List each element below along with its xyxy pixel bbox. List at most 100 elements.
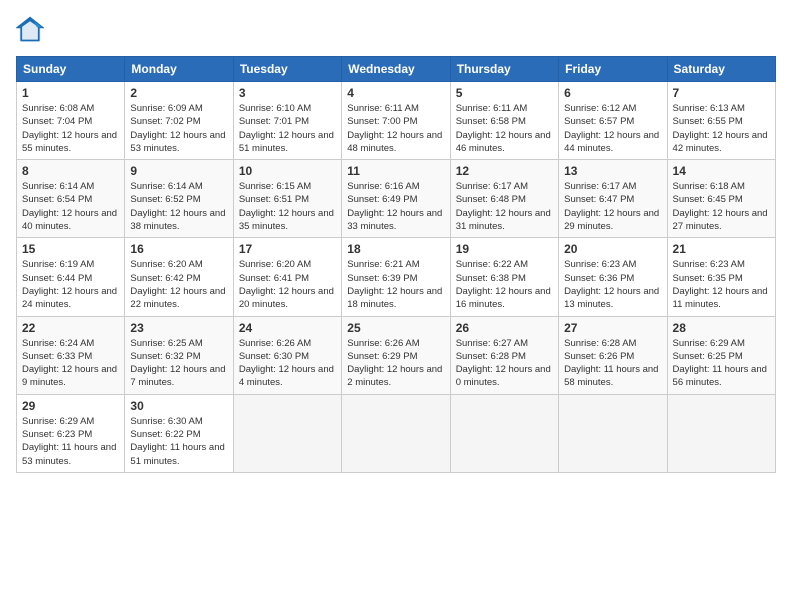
daylight-label: Daylight: 12 hours and 27 minutes. bbox=[673, 208, 768, 232]
sunrise-label: Sunrise: 6:29 AM bbox=[22, 416, 94, 427]
day-number: 10 bbox=[239, 164, 336, 178]
calendar-table: SundayMondayTuesdayWednesdayThursdayFrid… bbox=[16, 56, 776, 473]
calendar-day-cell: 18 Sunrise: 6:21 AM Sunset: 6:39 PM Dayl… bbox=[342, 238, 450, 316]
sunrise-label: Sunrise: 6:09 AM bbox=[130, 103, 202, 114]
calendar-day-cell: 11 Sunrise: 6:16 AM Sunset: 6:49 PM Dayl… bbox=[342, 160, 450, 238]
day-info: Sunrise: 6:23 AM Sunset: 6:35 PM Dayligh… bbox=[673, 258, 770, 311]
sunset-label: Sunset: 6:55 PM bbox=[673, 116, 743, 127]
calendar-header-row: SundayMondayTuesdayWednesdayThursdayFrid… bbox=[17, 57, 776, 82]
sunset-label: Sunset: 7:01 PM bbox=[239, 116, 309, 127]
day-number: 15 bbox=[22, 242, 119, 256]
sunset-label: Sunset: 6:32 PM bbox=[130, 351, 200, 362]
day-number: 13 bbox=[564, 164, 661, 178]
calendar-day-cell: 12 Sunrise: 6:17 AM Sunset: 6:48 PM Dayl… bbox=[450, 160, 558, 238]
sunset-label: Sunset: 6:52 PM bbox=[130, 194, 200, 205]
day-number: 21 bbox=[673, 242, 770, 256]
day-number: 8 bbox=[22, 164, 119, 178]
sunrise-label: Sunrise: 6:26 AM bbox=[239, 338, 311, 349]
sunrise-label: Sunrise: 6:08 AM bbox=[22, 103, 94, 114]
day-info: Sunrise: 6:22 AM Sunset: 6:38 PM Dayligh… bbox=[456, 258, 553, 311]
daylight-label: Daylight: 11 hours and 51 minutes. bbox=[130, 442, 224, 466]
sunrise-label: Sunrise: 6:18 AM bbox=[673, 181, 745, 192]
sunrise-label: Sunrise: 6:20 AM bbox=[130, 259, 202, 270]
day-info: Sunrise: 6:17 AM Sunset: 6:47 PM Dayligh… bbox=[564, 180, 661, 233]
sunrise-label: Sunrise: 6:11 AM bbox=[456, 103, 528, 114]
sunset-label: Sunset: 6:54 PM bbox=[22, 194, 92, 205]
sunset-label: Sunset: 6:47 PM bbox=[564, 194, 634, 205]
day-number: 17 bbox=[239, 242, 336, 256]
sunrise-label: Sunrise: 6:30 AM bbox=[130, 416, 202, 427]
calendar-day-header: Sunday bbox=[17, 57, 125, 82]
day-info: Sunrise: 6:30 AM Sunset: 6:22 PM Dayligh… bbox=[130, 415, 227, 468]
daylight-label: Daylight: 12 hours and 42 minutes. bbox=[673, 130, 768, 154]
sunset-label: Sunset: 6:23 PM bbox=[22, 429, 92, 440]
calendar-day-cell: 28 Sunrise: 6:29 AM Sunset: 6:25 PM Dayl… bbox=[667, 316, 775, 394]
day-info: Sunrise: 6:28 AM Sunset: 6:26 PM Dayligh… bbox=[564, 337, 661, 390]
calendar-day-cell: 30 Sunrise: 6:30 AM Sunset: 6:22 PM Dayl… bbox=[125, 394, 233, 472]
calendar-day-header: Tuesday bbox=[233, 57, 341, 82]
daylight-label: Daylight: 12 hours and 16 minutes. bbox=[456, 286, 551, 310]
calendar-day-cell: 21 Sunrise: 6:23 AM Sunset: 6:35 PM Dayl… bbox=[667, 238, 775, 316]
daylight-label: Daylight: 12 hours and 13 minutes. bbox=[564, 286, 659, 310]
daylight-label: Daylight: 12 hours and 24 minutes. bbox=[22, 286, 117, 310]
sunset-label: Sunset: 6:33 PM bbox=[22, 351, 92, 362]
sunset-label: Sunset: 6:49 PM bbox=[347, 194, 417, 205]
sunset-label: Sunset: 6:25 PM bbox=[673, 351, 743, 362]
sunrise-label: Sunrise: 6:10 AM bbox=[239, 103, 311, 114]
daylight-label: Daylight: 12 hours and 20 minutes. bbox=[239, 286, 334, 310]
daylight-label: Daylight: 11 hours and 53 minutes. bbox=[22, 442, 116, 466]
day-info: Sunrise: 6:25 AM Sunset: 6:32 PM Dayligh… bbox=[130, 337, 227, 390]
logo bbox=[16, 16, 48, 44]
calendar-day-cell: 23 Sunrise: 6:25 AM Sunset: 6:32 PM Dayl… bbox=[125, 316, 233, 394]
day-number: 22 bbox=[22, 321, 119, 335]
sunset-label: Sunset: 7:04 PM bbox=[22, 116, 92, 127]
sunrise-label: Sunrise: 6:26 AM bbox=[347, 338, 419, 349]
daylight-label: Daylight: 12 hours and 48 minutes. bbox=[347, 130, 442, 154]
daylight-label: Daylight: 12 hours and 9 minutes. bbox=[22, 364, 117, 388]
calendar-day-cell: 19 Sunrise: 6:22 AM Sunset: 6:38 PM Dayl… bbox=[450, 238, 558, 316]
day-number: 9 bbox=[130, 164, 227, 178]
day-number: 29 bbox=[22, 399, 119, 413]
day-number: 1 bbox=[22, 86, 119, 100]
calendar-day-header: Wednesday bbox=[342, 57, 450, 82]
sunset-label: Sunset: 6:38 PM bbox=[456, 273, 526, 284]
day-info: Sunrise: 6:10 AM Sunset: 7:01 PM Dayligh… bbox=[239, 102, 336, 155]
daylight-label: Daylight: 11 hours and 58 minutes. bbox=[564, 364, 658, 388]
sunrise-label: Sunrise: 6:15 AM bbox=[239, 181, 311, 192]
day-number: 23 bbox=[130, 321, 227, 335]
day-info: Sunrise: 6:27 AM Sunset: 6:28 PM Dayligh… bbox=[456, 337, 553, 390]
sunrise-label: Sunrise: 6:25 AM bbox=[130, 338, 202, 349]
daylight-label: Daylight: 12 hours and 33 minutes. bbox=[347, 208, 442, 232]
calendar-week-row: 29 Sunrise: 6:29 AM Sunset: 6:23 PM Dayl… bbox=[17, 394, 776, 472]
day-number: 11 bbox=[347, 164, 444, 178]
sunrise-label: Sunrise: 6:28 AM bbox=[564, 338, 636, 349]
sunset-label: Sunset: 7:00 PM bbox=[347, 116, 417, 127]
day-info: Sunrise: 6:12 AM Sunset: 6:57 PM Dayligh… bbox=[564, 102, 661, 155]
daylight-label: Daylight: 12 hours and 7 minutes. bbox=[130, 364, 225, 388]
sunrise-label: Sunrise: 6:21 AM bbox=[347, 259, 419, 270]
calendar-day-cell: 24 Sunrise: 6:26 AM Sunset: 6:30 PM Dayl… bbox=[233, 316, 341, 394]
calendar-day-header: Friday bbox=[559, 57, 667, 82]
daylight-label: Daylight: 12 hours and 46 minutes. bbox=[456, 130, 551, 154]
day-info: Sunrise: 6:17 AM Sunset: 6:48 PM Dayligh… bbox=[456, 180, 553, 233]
day-info: Sunrise: 6:23 AM Sunset: 6:36 PM Dayligh… bbox=[564, 258, 661, 311]
day-number: 26 bbox=[456, 321, 553, 335]
calendar-day-cell: 1 Sunrise: 6:08 AM Sunset: 7:04 PM Dayli… bbox=[17, 82, 125, 160]
calendar-day-cell: 22 Sunrise: 6:24 AM Sunset: 6:33 PM Dayl… bbox=[17, 316, 125, 394]
daylight-label: Daylight: 12 hours and 11 minutes. bbox=[673, 286, 768, 310]
day-info: Sunrise: 6:18 AM Sunset: 6:45 PM Dayligh… bbox=[673, 180, 770, 233]
sunrise-label: Sunrise: 6:23 AM bbox=[564, 259, 636, 270]
calendar-day-cell: 27 Sunrise: 6:28 AM Sunset: 6:26 PM Dayl… bbox=[559, 316, 667, 394]
header bbox=[16, 16, 776, 44]
daylight-label: Daylight: 12 hours and 22 minutes. bbox=[130, 286, 225, 310]
logo-icon bbox=[16, 16, 44, 44]
day-info: Sunrise: 6:20 AM Sunset: 6:42 PM Dayligh… bbox=[130, 258, 227, 311]
calendar-day-cell: 7 Sunrise: 6:13 AM Sunset: 6:55 PM Dayli… bbox=[667, 82, 775, 160]
page: SundayMondayTuesdayWednesdayThursdayFrid… bbox=[0, 0, 792, 612]
calendar-day-cell: 26 Sunrise: 6:27 AM Sunset: 6:28 PM Dayl… bbox=[450, 316, 558, 394]
sunset-label: Sunset: 6:36 PM bbox=[564, 273, 634, 284]
day-number: 14 bbox=[673, 164, 770, 178]
calendar-day-header: Monday bbox=[125, 57, 233, 82]
day-info: Sunrise: 6:11 AM Sunset: 6:58 PM Dayligh… bbox=[456, 102, 553, 155]
calendar-day-cell: 17 Sunrise: 6:20 AM Sunset: 6:41 PM Dayl… bbox=[233, 238, 341, 316]
